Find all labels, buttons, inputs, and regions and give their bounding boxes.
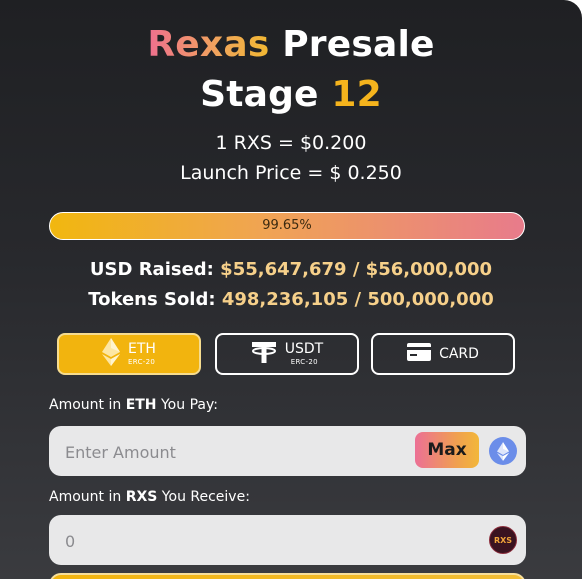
- usd-raised: USD Raised: $55,647,679 / $56,000,000: [0, 259, 582, 280]
- usd-raised-value: $55,647,679 / $56,000,000: [220, 259, 493, 280]
- usd-raised-label: USD Raised:: [89, 259, 214, 280]
- receive-amount-box: RXS: [49, 515, 526, 567]
- tokens-sold-value: 498,236,105 / 500,000,000: [221, 289, 494, 310]
- pay-card-button[interactable]: CARD: [371, 333, 515, 375]
- receive-amount-label: Amount in RXS You Receive:: [49, 489, 250, 505]
- stage-title: Stage 12: [0, 74, 582, 115]
- pay-amount-input[interactable]: [63, 426, 397, 478]
- pay-label-currency: ETH: [125, 397, 157, 413]
- progress-percent: 99.65%: [262, 218, 312, 233]
- usdt-sub-label: ERC-20: [290, 358, 318, 366]
- tether-icon: [251, 340, 277, 368]
- ethereum-icon: [102, 338, 121, 370]
- stage-number: 12: [331, 74, 382, 115]
- buy-button[interactable]: [49, 573, 526, 579]
- credit-card-icon: [407, 343, 432, 365]
- receive-amount-input[interactable]: [63, 515, 397, 567]
- ethereum-icon: [489, 437, 517, 465]
- current-price: 1 RXS = $0.200: [215, 132, 367, 154]
- tokens-sold-label: Tokens Sold:: [88, 289, 216, 310]
- stage-label: Stage: [200, 74, 319, 115]
- brand-name: Rexas: [147, 24, 270, 65]
- pay-eth-button[interactable]: ETH ERC-20: [57, 333, 201, 375]
- pay-amount-box: Max: [49, 426, 526, 478]
- launch-price: Launch Price = $ 0.250: [180, 162, 402, 184]
- pay-amount-label: Amount in ETH You Pay:: [49, 397, 218, 413]
- eth-label: ETH: [128, 341, 156, 357]
- eth-sub-label: ERC-20: [128, 358, 156, 366]
- receive-label-prefix: Amount in: [49, 489, 126, 505]
- card-label: CARD: [439, 346, 479, 362]
- presale-word: Presale: [282, 24, 435, 65]
- pay-usdt-button[interactable]: USDT ERC-20: [215, 333, 359, 375]
- usdt-label: USDT: [284, 341, 324, 357]
- tokens-sold: Tokens Sold: 498,236,105 / 500,000,000: [0, 289, 582, 310]
- rxs-token-icon: RXS: [489, 526, 517, 554]
- rxs-token-icon-text: RXS: [493, 535, 513, 545]
- pay-label-suffix: You Pay:: [156, 397, 218, 413]
- max-button[interactable]: Max: [415, 432, 479, 468]
- receive-label-suffix: You Receive:: [157, 489, 250, 505]
- receive-label-currency: RXS: [125, 489, 158, 505]
- pay-label-prefix: Amount in: [49, 397, 126, 413]
- presale-progress-bar: 99.65%: [49, 212, 525, 240]
- presale-card: Rexas Presale Stage 12 1 RXS = $0.200 La…: [0, 0, 582, 579]
- presale-title: Rexas Presale: [0, 24, 582, 65]
